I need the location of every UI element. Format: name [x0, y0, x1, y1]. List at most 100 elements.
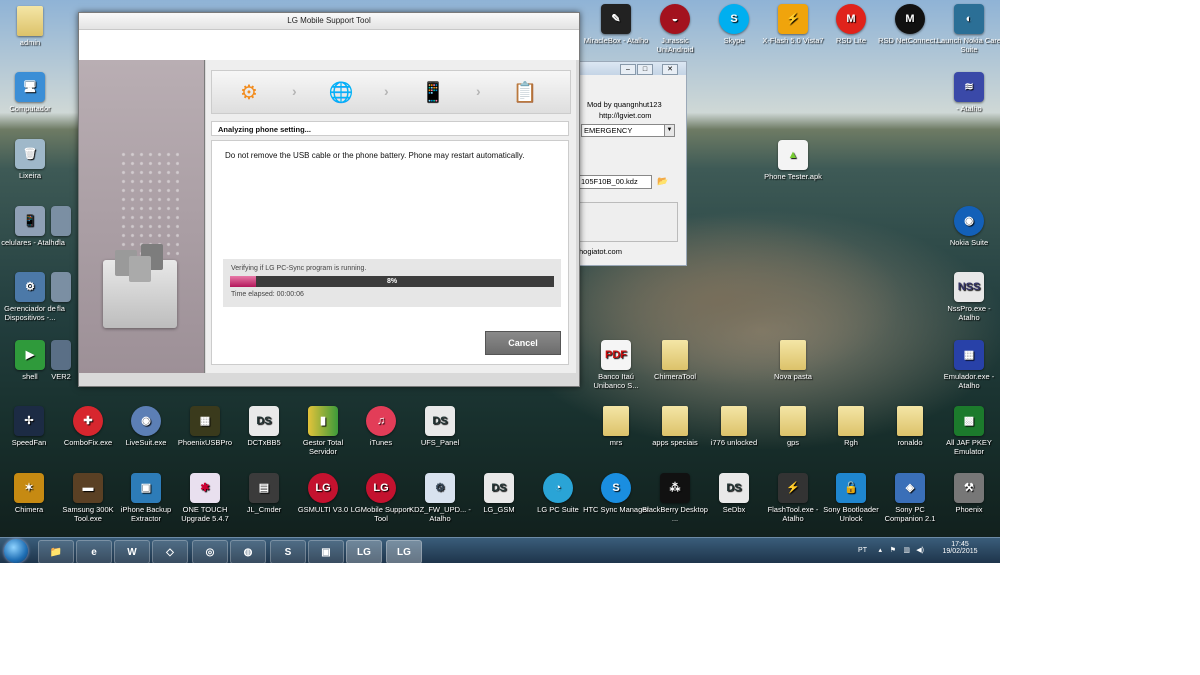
- nokia-care-icon: ◐: [954, 4, 984, 34]
- desktop-icon-skype[interactable]: S Skype: [701, 4, 767, 45]
- firefox-icon[interactable]: ◍: [230, 540, 266, 563]
- background-window-titlebar[interactable]: – □ ✕: [577, 62, 686, 75]
- desktop-icon-lgpcsuite[interactable]: ◔ LG PC Suite: [525, 473, 591, 514]
- desktop-icon-combofix[interactable]: ✚ ComboFix.exe: [55, 406, 121, 447]
- desktop-icon-jlcmder[interactable]: ▤ JL_Cmder: [231, 473, 297, 514]
- explorer-icon[interactable]: 📁: [38, 540, 74, 563]
- desktop-icon-nova-pasta[interactable]: Nova pasta: [760, 340, 826, 381]
- open-folder-icon[interactable]: 📂: [657, 176, 668, 187]
- desktop-icon-chimera[interactable]: ✶ Chimera: [0, 473, 62, 514]
- desktop-icon-htcsync[interactable]: S HTC Sync Manager: [583, 473, 649, 514]
- desktop-icon-xflash[interactable]: ⚡ X-Flash 5.0 Vista7: [760, 4, 826, 45]
- files-icon[interactable]: ◇: [152, 540, 188, 563]
- desktop-icon-livesuit[interactable]: ◉ LiveSuit.exe: [113, 406, 179, 447]
- desktop-icon-nokia-shortcut[interactable]: ≋ - Atalho: [936, 72, 1000, 113]
- desktop-icon-phoenix[interactable]: ⚒ Phoenix: [936, 473, 1000, 514]
- mode-select[interactable]: EMERGENCY ▼: [581, 124, 675, 137]
- desktop-icon-recycle[interactable]: 🗑 Lixeira: [0, 139, 63, 180]
- desktop-icon-i776[interactable]: i776 unlocked: [701, 406, 767, 447]
- desktop-icon-blackberry[interactable]: ⁂ BlackBerry Desktop ...: [642, 473, 708, 523]
- desktop-icon-dctxbb5[interactable]: DS DCTxBB5: [231, 406, 297, 447]
- chevron-up-icon[interactable]: ▴: [878, 546, 882, 554]
- language-indicator[interactable]: PT: [858, 547, 867, 554]
- chrome-icon[interactable]: ◎: [192, 540, 228, 563]
- chevron-right-icon: ›: [292, 83, 297, 99]
- dct-icon: DS: [249, 406, 279, 436]
- word-icon[interactable]: W: [114, 540, 150, 563]
- desktop-icon-nsspro[interactable]: NSS NssPro.exe - Atalho: [936, 272, 1000, 322]
- desktop-icon-ufs[interactable]: DS UFS_Panel: [407, 406, 473, 447]
- desktop-icon-speedfan[interactable]: ✢ SpeedFan: [0, 406, 62, 447]
- desktop-icon-banco-itau[interactable]: PDF Banco Itaú Unibanco S...: [583, 340, 649, 390]
- desktop-icon-chimeratool-folder[interactable]: ChimeraTool: [642, 340, 708, 381]
- recycle-bin-icon: 🗑: [15, 139, 45, 169]
- skype-icon[interactable]: S: [270, 540, 306, 563]
- window-title[interactable]: LG Mobile Support Tool: [79, 13, 579, 30]
- nss-icon: NSS: [954, 272, 984, 302]
- minimize-button[interactable]: –: [620, 64, 636, 75]
- close-button[interactable]: ✕: [662, 64, 678, 75]
- background-flash-window[interactable]: – □ ✕ Mod by quangnhut123 http://lgviet.…: [576, 61, 687, 266]
- folder-icon: [780, 406, 806, 436]
- mod-url: http://lgviet.com: [599, 111, 652, 120]
- desktop-icon-nokia-care[interactable]: ◐ Launch Nokia Care Suite: [936, 4, 1000, 54]
- desktop-icon-miraclebox[interactable]: ✎ MiracleBox - Atalho: [583, 4, 649, 45]
- desktop-icon-onetouch[interactable]: ✱ ONE TOUCH Upgrade 5.4.7: [172, 473, 238, 523]
- chimera-icon: ✶: [14, 473, 44, 503]
- lg-support-tool-window[interactable]: LG Mobile Support Tool ⚙ › 🌐 › 📱 › 📋 Ana…: [78, 12, 580, 387]
- progress-status-text: Verifying if LG PC-Sync program is runni…: [231, 265, 367, 272]
- desktop-icon-itunes[interactable]: ♫ iTunes: [348, 406, 414, 447]
- desktop-icon-rsd-netconnect[interactable]: M RSD NetConnect...: [877, 4, 943, 45]
- lg-icon[interactable]: LG: [346, 540, 382, 563]
- samsung-tool-icon: ▬: [73, 473, 103, 503]
- desktop-icon-gsmulti[interactable]: LG GSMULTI V3.0: [290, 473, 356, 514]
- desktop-icon-fla-2[interactable]: fla: [41, 272, 81, 313]
- ie-icon[interactable]: e: [76, 540, 112, 563]
- desktop-icon-gps[interactable]: gps: [760, 406, 826, 447]
- chevron-down-icon[interactable]: ▼: [664, 125, 674, 136]
- desktop-icon-sedbx[interactable]: DS SeDbx: [701, 473, 767, 514]
- desktop-icon-rgh[interactable]: Rgh: [818, 406, 884, 447]
- desktop-icon-computer[interactable]: 🖥 Computador: [0, 72, 63, 113]
- desktop-icon-emulador[interactable]: ▦ Emulador.exe - Atalho: [936, 340, 1000, 390]
- desktop-icon-samsung300k[interactable]: ▬ Samsung 300K Tool.exe: [55, 473, 121, 523]
- desktop-icon-kdz[interactable]: ⚙ KDZ_FW_UPD... - Atalho: [407, 473, 473, 523]
- taskbar: 📁 e W ◇ ◎ ◍ S ▣ LG LG PT ▴ ⚑ ▥ ◀) 17:45 …: [0, 537, 1000, 563]
- image-document-icon: [129, 256, 151, 282]
- warning-message: Do not remove the USB cable or the phone…: [225, 151, 525, 160]
- flag-icon[interactable]: ⚑: [890, 546, 896, 554]
- cancel-button[interactable]: Cancel: [485, 331, 561, 355]
- nokia-suite-icon: ◉: [954, 206, 984, 236]
- footer-link[interactable]: hogiatot.com: [579, 247, 622, 256]
- network-icon[interactable]: ▥: [903, 546, 910, 554]
- desktop-icon-apps-speciais[interactable]: apps speciais: [642, 406, 708, 447]
- desktop-icon-ver2[interactable]: VER2: [41, 340, 81, 381]
- desktop-icon-phoenixusb[interactable]: ▦ PhoenixUSBPro: [172, 406, 238, 447]
- desktop-icon-sony-unlock[interactable]: 🔓 Sony Bootloader Unlock: [818, 473, 884, 523]
- desktop-icon-gestor[interactable]: ▮ Gestor Total Servidor: [290, 406, 356, 456]
- file-path-field[interactable]: 105F10B_00.kdz: [578, 175, 652, 189]
- lg-icon: LG: [308, 473, 338, 503]
- toolbox-icon[interactable]: ▣: [308, 540, 344, 563]
- desktop-icon-jaf[interactable]: ▩ All JAF PKEY Emulator: [936, 406, 1000, 456]
- desktop-icon-iphone-backup[interactable]: ▣ iPhone Backup Extractor: [113, 473, 179, 523]
- progress-percent: 8%: [386, 278, 398, 285]
- desktop-icon-admin[interactable]: admin: [0, 6, 63, 47]
- desktop-icon-mrs[interactable]: mrs: [583, 406, 649, 447]
- desktop-icon-nokia-suite[interactable]: ◉ Nokia Suite: [936, 206, 1000, 247]
- desktop-icon-rsdlite[interactable]: M RSD Lite: [818, 4, 884, 45]
- desktop-icon-lgmobile[interactable]: LG LGMobile Support Tool: [348, 473, 414, 523]
- clock[interactable]: 17:45 19/02/2015: [938, 541, 982, 555]
- status-heading: Analyzing phone setting...: [211, 121, 569, 136]
- desktop-icon-lggsm[interactable]: DS LG_GSM: [466, 473, 532, 514]
- volume-icon[interactable]: ◀): [916, 546, 924, 554]
- maximize-button[interactable]: □: [637, 64, 653, 75]
- lg-icon[interactable]: LG: [386, 540, 422, 563]
- start-button[interactable]: [4, 539, 28, 563]
- desktop-icon-ronaldo[interactable]: ronaldo: [877, 406, 943, 447]
- desktop-icon-flashtool[interactable]: ⚡ FlashTool.exe - Atalho: [760, 473, 826, 523]
- desktop-icon-sony-pc[interactable]: ◈ Sony PC Companion 2.1: [877, 473, 943, 523]
- desktop-icon-phone-tester[interactable]: ▲ Phone Tester.apk: [760, 140, 826, 181]
- desktop-icon-jurassic[interactable]: ◒ Jurassic UniAndroid: [642, 4, 708, 54]
- desktop-icon-fla-1[interactable]: fla: [41, 206, 81, 247]
